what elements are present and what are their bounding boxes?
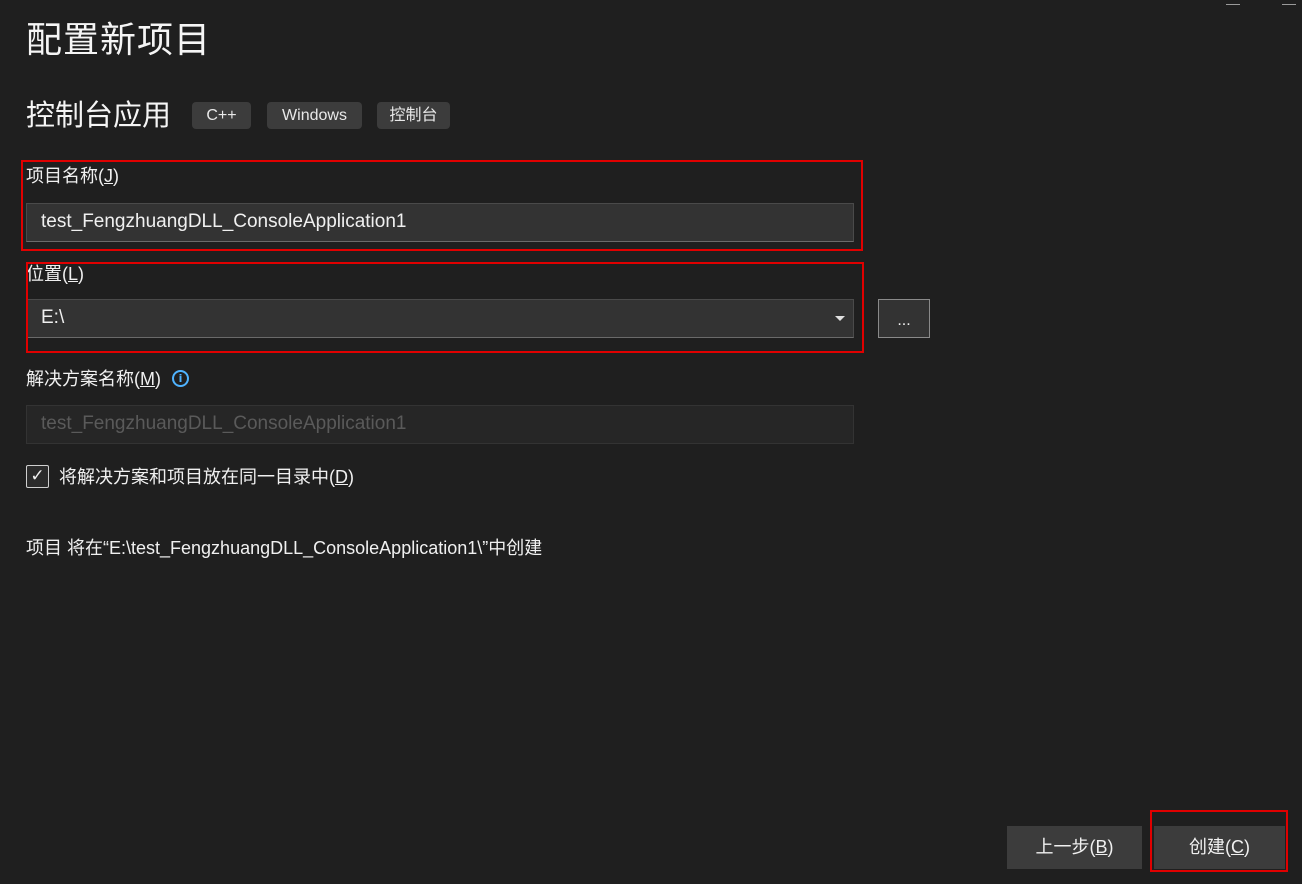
browse-button[interactable]: ... bbox=[878, 299, 930, 338]
checkmark-icon: ✓ bbox=[30, 466, 45, 486]
same-dir-label[interactable]: 将解决方案和项目放在同一目录中(D) bbox=[59, 466, 354, 488]
solution-name-input: test_FengzhuangDLL_ConsoleApplication1 bbox=[26, 405, 854, 444]
tag-windows: Windows bbox=[267, 102, 362, 129]
same-dir-checkbox[interactable]: ✓ bbox=[26, 465, 49, 488]
location-value: E:\ bbox=[41, 307, 65, 328]
location-label: 位置(L) bbox=[26, 264, 85, 284]
tag-cpp: C++ bbox=[192, 102, 251, 129]
location-combobox[interactable]: E:\ bbox=[26, 299, 854, 338]
tag-console: 控制台 bbox=[377, 102, 450, 129]
page-title: 配置新项目 bbox=[26, 19, 212, 60]
solution-name-label: 解决方案名称(M) bbox=[26, 369, 161, 389]
minimize-icon[interactable] bbox=[1226, 0, 1240, 5]
template-name: 控制台应用 bbox=[26, 100, 172, 132]
create-button[interactable]: 创建(C) bbox=[1154, 826, 1285, 869]
info-icon[interactable]: i bbox=[172, 370, 189, 387]
project-name-label: 项目名称(J) bbox=[26, 166, 119, 186]
creation-path-summary: 项目 将在“E:\test_FengzhuangDLL_ConsoleAppli… bbox=[26, 538, 543, 558]
configure-project-dialog: 配置新项目 控制台应用 C++ Windows 控制台 项目名称(J) test… bbox=[0, 0, 1302, 884]
close-icon[interactable] bbox=[1282, 0, 1296, 5]
chevron-down-icon[interactable] bbox=[835, 316, 845, 321]
back-button[interactable]: 上一步(B) bbox=[1007, 826, 1142, 869]
project-name-input[interactable]: test_FengzhuangDLL_ConsoleApplication1 bbox=[26, 203, 854, 242]
